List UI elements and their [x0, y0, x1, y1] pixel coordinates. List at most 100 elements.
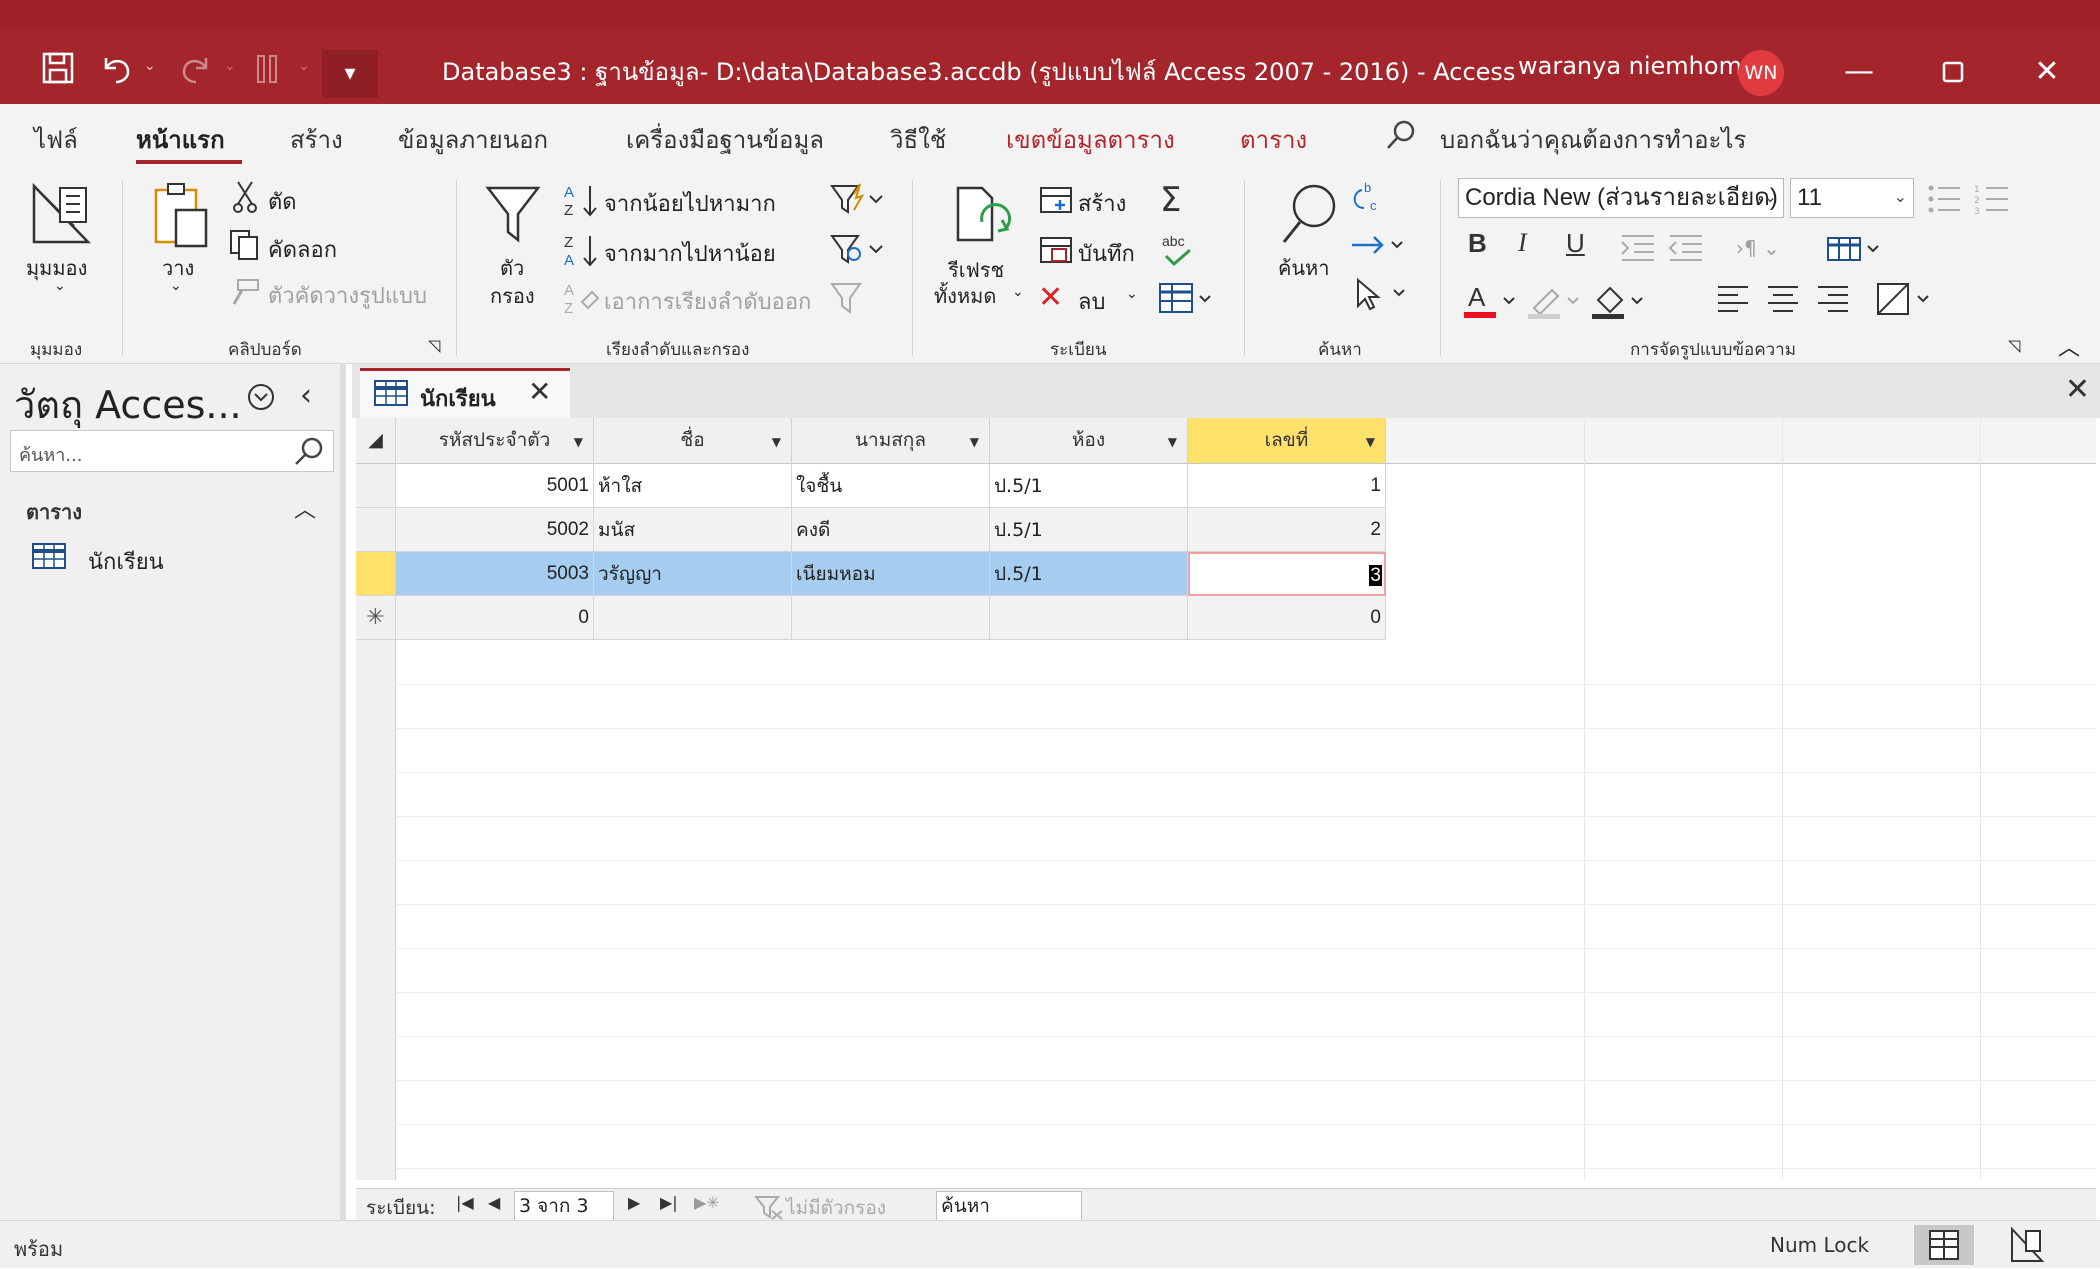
current-record-box[interactable]: 3 จาก 3 — [514, 1191, 614, 1221]
find-icon[interactable] — [1280, 182, 1340, 250]
last-record-icon[interactable]: ▶| — [660, 1193, 678, 1212]
table-cell[interactable]: ใจชื้น — [792, 464, 990, 508]
view-dropdown-icon[interactable]: ⌄ — [54, 278, 66, 294]
filter-button-line2[interactable]: กรอง — [490, 280, 535, 312]
table-cell[interactable] — [792, 596, 990, 640]
column-dropdown-icon[interactable]: ▼ — [772, 420, 781, 464]
tab-home[interactable]: หน้าแรก — [136, 120, 225, 159]
close-window-button[interactable]: ✕ — [2012, 46, 2082, 98]
paste-dropdown-icon[interactable]: ⌄ — [170, 278, 182, 294]
table-cell[interactable]: 5003 — [396, 552, 594, 596]
lightbulb-search-icon[interactable] — [1384, 118, 1418, 152]
collapse-nav-icon[interactable]: ‹ — [300, 378, 312, 413]
totals-icon[interactable]: Σ — [1160, 180, 1181, 220]
tools-icon[interactable] — [248, 50, 288, 90]
tab-help[interactable]: วิธีใช้ — [890, 120, 946, 159]
view-icon[interactable] — [30, 182, 92, 250]
select-all-corner[interactable]: ◢ — [356, 418, 396, 464]
align-right-icon[interactable] — [1816, 284, 1850, 318]
table-cell[interactable]: มนัส — [594, 508, 792, 552]
close-document-icon[interactable]: ✕ — [2065, 372, 2090, 407]
table-cell[interactable]: 5001 — [396, 464, 594, 508]
table-cell[interactable]: 5002 — [396, 508, 594, 552]
table-cell[interactable]: ป.5/1 — [990, 508, 1188, 552]
column-header[interactable]: รหัสประจำตัว ▼ — [396, 418, 594, 464]
table-cell[interactable]: คงดี — [792, 508, 990, 552]
tab-table-fields[interactable]: เขตข้อมูลตาราง — [1006, 120, 1175, 159]
record-selector[interactable] — [356, 464, 396, 508]
tab-create[interactable]: สร้าง — [290, 120, 343, 159]
copy-icon[interactable] — [228, 228, 260, 264]
delete-icon[interactable]: ✕ — [1038, 280, 1063, 315]
cut-icon[interactable] — [232, 180, 258, 218]
tab-table[interactable]: ตาราง — [1240, 120, 1307, 159]
remove-sort-button[interactable]: เอาการเรียงลำดับออก — [604, 284, 811, 319]
column-header[interactable]: ห้อง ▼ — [990, 418, 1188, 464]
gridlines-icon[interactable] — [1826, 234, 1884, 268]
delete-dropdown-icon[interactable]: ⌄ — [1126, 286, 1138, 302]
table-cell[interactable]: 0 — [396, 596, 594, 640]
italic-button[interactable]: I — [1518, 228, 1527, 258]
table-cell[interactable] — [990, 596, 1188, 640]
active-cell[interactable]: 3 — [1188, 552, 1386, 596]
table-cell[interactable]: วรัญญา — [594, 552, 792, 596]
sort-descending-button[interactable]: จากมากไปหาน้อย — [604, 236, 776, 271]
bold-button[interactable]: B — [1468, 228, 1487, 259]
record-selector[interactable] — [356, 508, 396, 552]
dialog-launcher-icon[interactable]: ◹ — [2008, 336, 2020, 355]
font-size-combo[interactable]: 11 ⌄ — [1790, 178, 1914, 218]
filter-icon[interactable] — [484, 182, 542, 250]
tab-file[interactable]: ไฟล์ — [34, 120, 78, 159]
redo-icon[interactable] — [176, 50, 216, 90]
next-record-icon[interactable]: ▶ — [628, 1193, 640, 1212]
new-record-icon[interactable] — [1038, 184, 1074, 220]
font-color-icon[interactable]: A — [1462, 280, 1520, 324]
sort-ascending-button[interactable]: จากน้อยไปหามาก — [604, 186, 776, 221]
refresh-all-button-line2[interactable]: ทั้งหมด — [934, 280, 996, 312]
tab-database-tools[interactable]: เครื่องมือฐานข้อมูล — [626, 120, 824, 159]
sort-descending-icon[interactable]: ZA — [562, 232, 600, 272]
new-blank-record-icon[interactable]: ▶✳ — [694, 1193, 720, 1212]
column-header[interactable]: นามสกุล ▼ — [792, 418, 990, 464]
avatar[interactable]: WN — [1738, 50, 1784, 96]
table-cell[interactable]: 2 — [1188, 508, 1386, 552]
nav-menu-icon[interactable] — [246, 382, 276, 412]
nav-item-students-table[interactable]: นักเรียน — [32, 540, 332, 576]
nav-search-input[interactable]: ค้นหา... — [10, 430, 334, 472]
previous-record-icon[interactable]: ◀ — [488, 1193, 500, 1212]
cut-button[interactable]: ตัด — [268, 184, 297, 219]
column-header[interactable]: เลขที่ ▼ — [1188, 418, 1386, 464]
redo-dropdown-icon[interactable]: ⌄ — [224, 58, 236, 74]
collapse-ribbon-icon[interactable]: ︿ — [2058, 330, 2080, 362]
search-icon[interactable] — [293, 435, 325, 467]
find-button[interactable]: ค้นหา — [1278, 252, 1329, 284]
save-record-icon[interactable] — [1038, 234, 1074, 270]
align-center-icon[interactable] — [1766, 284, 1800, 318]
close-tab-icon[interactable]: ✕ — [528, 375, 551, 408]
table-cell[interactable]: ห้าใส — [594, 464, 792, 508]
record-search-input[interactable]: ค้นหา — [936, 1191, 1082, 1221]
first-record-icon[interactable]: |◀ — [456, 1193, 474, 1212]
tools-dropdown-icon[interactable]: ⌄ — [298, 58, 310, 74]
table-cell[interactable]: เนียมหอม — [792, 552, 990, 596]
save-icon[interactable] — [38, 50, 78, 90]
alternate-row-color-icon[interactable] — [1876, 280, 1934, 322]
tab-external-data[interactable]: ข้อมูลภายนอก — [398, 120, 548, 159]
refresh-dropdown-icon[interactable]: ⌄ — [1012, 284, 1024, 300]
replace-icon[interactable]: bc — [1350, 180, 1386, 220]
record-selector-current[interactable] — [356, 552, 396, 596]
save-record-button[interactable]: บันทึก — [1078, 236, 1135, 271]
undo-icon[interactable] — [96, 50, 136, 90]
customize-qat-button[interactable]: ▾ — [322, 50, 378, 98]
user-name[interactable]: waranya niemhom — [1518, 52, 1742, 80]
underline-button[interactable]: U — [1566, 228, 1585, 259]
column-header[interactable]: ชื่อ ▼ — [594, 418, 792, 464]
tell-me-box[interactable]: บอกฉันว่าคุณต้องการทำอะไร — [1440, 120, 1746, 159]
undo-dropdown-icon[interactable]: ⌄ — [144, 58, 156, 74]
delete-button[interactable]: ลบ — [1078, 284, 1105, 319]
copy-button[interactable]: คัดลอก — [268, 232, 337, 267]
column-dropdown-icon[interactable]: ▼ — [574, 420, 583, 464]
column-dropdown-icon[interactable]: ▼ — [1366, 420, 1375, 464]
datasheet-view-button[interactable] — [1914, 1225, 1974, 1265]
new-record-button[interactable]: สร้าง — [1078, 186, 1126, 221]
